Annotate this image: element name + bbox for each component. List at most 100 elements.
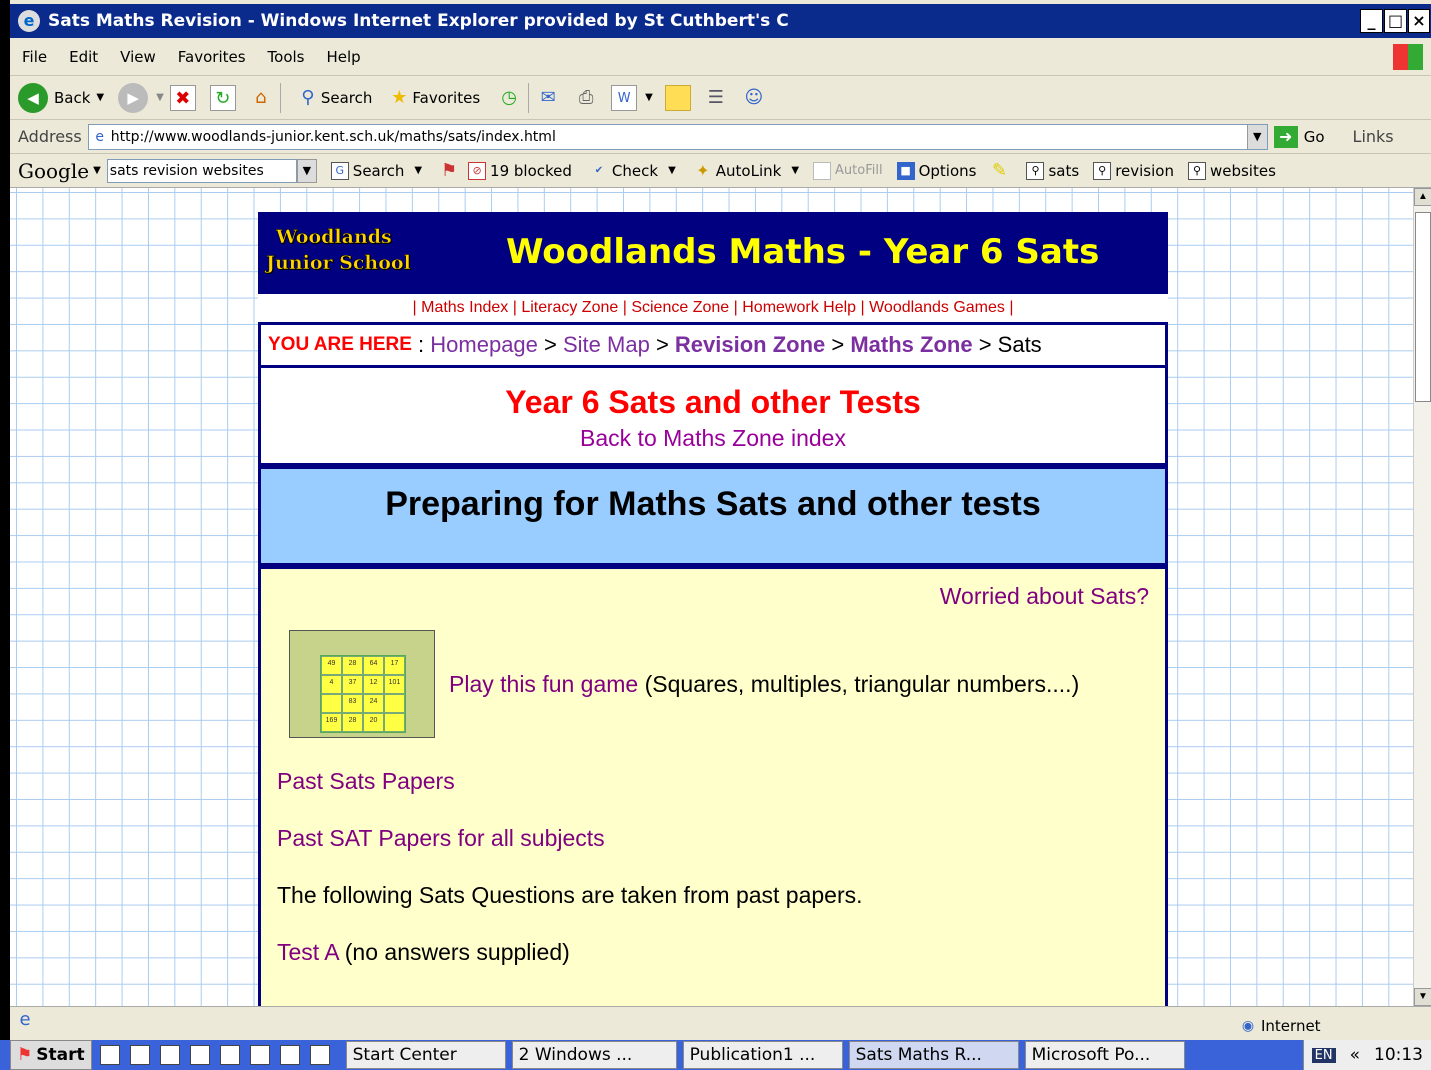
menu-favorites[interactable]: Favorites [178,48,246,66]
game-thumbnail[interactable]: 49 28 64 17 4 37 12 101 83 24 169 28 20 [289,630,435,738]
maximize-button[interactable]: □ [1384,9,1407,33]
crumb-revision-zone[interactable]: Revision Zone [675,332,825,358]
scroll-thumb[interactable] [1415,212,1431,402]
autolink-dropdown-icon[interactable]: ▼ [791,165,799,176]
menu-view[interactable]: View [120,48,156,66]
go-arrow-icon[interactable]: ➜ [1273,125,1298,148]
nav-science-zone[interactable]: Science Zone [631,299,729,316]
highlighter-icon[interactable]: ✎ [986,158,1012,184]
google-menu-icon[interactable]: ▼ [93,165,101,176]
edit-word-icon[interactable]: W [611,84,638,111]
vertical-scrollbar[interactable]: ▲ ▼ [1413,188,1431,1006]
outlook-quicklaunch-icon[interactable] [129,1045,150,1065]
test-a-link[interactable]: Test A [277,939,338,965]
address-input[interactable]: e http://www.woodlands-junior.kent.sch.u… [87,123,1268,150]
start-button[interactable]: ⚑ Start [10,1040,92,1070]
nav-woodlands-games[interactable]: Woodlands Games [869,299,1005,316]
crumb-site-map[interactable]: Site Map [563,332,650,358]
menu-tools[interactable]: Tools [268,48,305,66]
pagerank-icon[interactable]: ⚑ [436,158,462,184]
home-icon[interactable]: ⌂ [248,85,274,111]
refresh-icon[interactable]: ↻ [209,84,236,111]
game-row: 49 28 64 17 4 37 12 101 83 24 169 28 20 Play this fu… [277,630,1149,738]
print-icon[interactable]: ⎙ [573,85,599,111]
back-label: Back [54,88,91,107]
highlight-websites-button[interactable]: ⚲ websites [1187,161,1276,180]
menu-help[interactable]: Help [327,48,361,66]
search-dropdown-icon[interactable]: ▼ [414,165,422,176]
menu-bar: File Edit View Favorites Tools Help [10,38,1431,76]
game-grid-cell: 17 [384,656,405,675]
go-button[interactable]: Go [1304,128,1325,146]
media-quicklaunch-icon[interactable] [309,1045,330,1065]
game-grid-cell: 49 [321,656,342,675]
messenger-icon[interactable]: ☺ [741,85,767,111]
forward-dropdown-icon[interactable]: ▼ [156,92,164,103]
research-icon[interactable]: ☰ [703,85,729,111]
google-search-input[interactable]: sats revision websites [106,158,297,183]
language-indicator[interactable]: EN [1311,1047,1336,1063]
back-button[interactable]: ◀ Back ▼ [18,82,104,113]
stop-icon[interactable]: ✖ [169,84,196,111]
tray-expand-icon[interactable]: « [1350,1045,1360,1065]
minimize-button[interactable]: _ [1360,9,1383,33]
nav-homework-help[interactable]: Homework Help [742,299,856,316]
windows-logo-icon [1393,44,1423,70]
edit-dropdown-icon[interactable]: ▼ [645,92,653,103]
crumb-maths-zone[interactable]: Maths Zone [850,332,972,358]
popup-blocker-button[interactable]: ⊘ 19 blocked [468,161,572,180]
powerpoint-quicklaunch-icon[interactable] [219,1045,240,1065]
play-game-link[interactable]: Play this fun game [449,671,638,698]
options-icon: ■ [896,161,915,180]
publisher-quicklaunch-icon[interactable] [249,1045,270,1065]
close-button[interactable]: × [1408,9,1430,33]
options-button[interactable]: ■ Options [896,161,976,180]
task-sats-maths[interactable]: Sats Maths R... [848,1041,1019,1069]
task-2-windows[interactable]: 2 Windows ... [511,1041,677,1069]
mail-icon[interactable]: ✉ [535,85,561,111]
site-nav: | Maths Index | Literacy Zone | Science … [258,294,1168,322]
back-arrow-icon: ◀ [18,82,48,113]
highlight-revision-button[interactable]: ⚲ revision [1093,161,1174,180]
autofill-button[interactable]: AutoFill [813,161,883,180]
scroll-up-icon[interactable]: ▲ [1414,188,1431,206]
title-bar: e Sats Maths Revision - Windows Internet… [10,4,1431,38]
nav-literacy-zone[interactable]: Literacy Zone [521,299,618,316]
game-description: (Squares, multiples, triangular numbers.… [638,670,1080,697]
menu-edit[interactable]: Edit [69,48,98,66]
favorites-button[interactable]: ★ Favorites [386,85,480,111]
search-button[interactable]: ⚲ Search [295,85,372,111]
address-dropdown-icon[interactable]: ▼ [1246,124,1267,149]
query-dropdown-icon[interactable]: ▼ [296,158,317,183]
spell-check-button[interactable]: ✔ Check ▼ [586,158,676,184]
address-url: http://www.woodlands-junior.kent.sch.uk/… [110,128,556,145]
highlight-sats-button[interactable]: ⚲ sats [1026,161,1079,180]
google-logo[interactable]: Google [18,159,89,183]
menu-file[interactable]: File [22,48,47,66]
task-microsoft-po[interactable]: Microsoft Po... [1024,1041,1185,1069]
crumb-homepage[interactable]: Homepage [430,332,538,358]
links-button[interactable]: Links [1353,127,1394,146]
nav-maths-index[interactable]: Maths Index [421,299,508,316]
excel-quicklaunch-icon[interactable] [189,1045,210,1065]
back-to-maths-zone-link[interactable]: Back to Maths Zone index [261,425,1165,452]
ie-quicklaunch-icon[interactable] [99,1045,120,1065]
task-publication1[interactable]: Publication1 ... [682,1041,843,1069]
history-icon[interactable]: ◷ [496,85,522,111]
back-dropdown-icon[interactable]: ▼ [96,92,104,103]
task-start-center[interactable]: Start Center [345,1041,506,1069]
autolink-button[interactable]: ✦ AutoLink ▼ [690,158,799,184]
test-a-note: (no answers supplied) [338,939,570,965]
game-grid-cell: 12 [363,675,384,694]
past-sat-all-subjects-link[interactable]: Past SAT Papers for all subjects [277,825,605,851]
note-icon[interactable] [664,84,691,111]
scroll-down-icon[interactable]: ▼ [1414,988,1431,1006]
google-search-button[interactable]: G Search ▼ [330,161,422,180]
forward-button[interactable]: ▶ ▼ [118,82,164,113]
paint-quicklaunch-icon[interactable] [279,1045,300,1065]
past-sats-papers-link[interactable]: Past Sats Papers [277,768,455,794]
school-logo[interactable]: Woodlands Junior School [266,224,411,276]
word-quicklaunch-icon[interactable] [159,1045,180,1065]
check-dropdown-icon[interactable]: ▼ [668,165,676,176]
worried-about-sats-link[interactable]: Worried about Sats? [940,583,1149,609]
